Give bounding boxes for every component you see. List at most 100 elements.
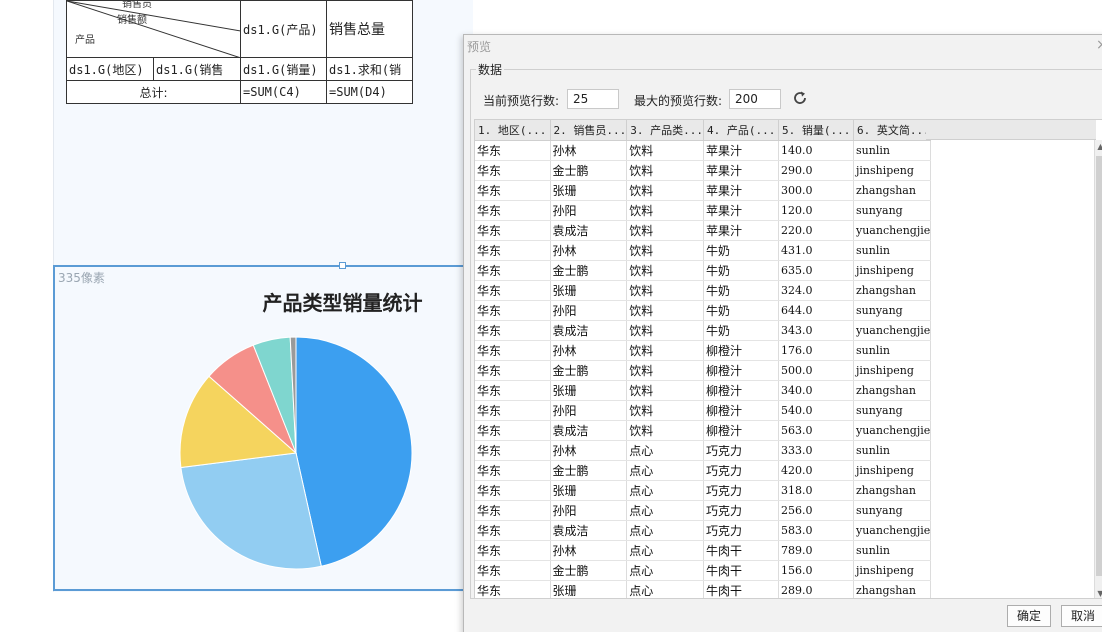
grid-cell: 156.0 [778, 560, 854, 581]
grid-row[interactable]: 华东 袁成洁 饮料 牛奶 343.0 yuanchengjie [475, 320, 932, 341]
grid-row[interactable]: 华东 张珊 饮料 苹果汁 300.0 zhangshan [475, 180, 932, 201]
grid-cell: 324.0 [778, 280, 854, 301]
dialog-title: 预览 [467, 40, 492, 54]
preview-dialog: 预览 × 数据 当前预览行数: 最大的预览行数: 1. 地区(...2. 销售员… [463, 34, 1102, 632]
grid-row[interactable]: 华东 金士鹏 点心 巧克力 420.0 jinshipeng [475, 460, 932, 481]
cancel-button[interactable]: 取消 [1061, 605, 1102, 627]
vertical-scrollbar[interactable]: ▲ ▼ [1094, 140, 1102, 598]
grid-row[interactable]: 华东 孙林 饮料 柳橙汁 176.0 sunlin [475, 340, 932, 361]
preview-data-grid[interactable]: 1. 地区(... 2. 销售员... 3. 产品类... 4. 产品(... 5. 销… [474, 119, 1102, 599]
cell-salesperson[interactable]: ds1.G(销售 [153, 57, 241, 81]
grid-row[interactable]: 华东 袁成洁 点心 巧克力 583.0 yuanchengjie [475, 520, 932, 541]
header-total-cell[interactable]: 销售总量 [326, 0, 413, 58]
grid-cell: jinshipeng [853, 460, 932, 481]
diag-label-mid: 销售额 [117, 15, 147, 26]
grid-cell: 华东 [475, 280, 551, 301]
grid-cell: 点心 [626, 540, 704, 561]
grid-header-row: 1. 地区(... 2. 销售员... 3. 产品类... 4. 产品(... 5. 销… [475, 120, 932, 141]
grid-row[interactable]: 华东 孙林 点心 巧克力 333.0 sunlin [475, 440, 932, 461]
grid-cell: 牛奶 [703, 280, 779, 301]
close-icon[interactable]: × [1096, 37, 1102, 53]
grid-cell: 华东 [475, 220, 551, 241]
scroll-thumb[interactable] [1096, 156, 1102, 576]
grid-cell: 牛奶 [703, 240, 779, 261]
grid-cell: sunyang [853, 400, 932, 421]
grid-row[interactable]: 华东 孙阳 饮料 牛奶 644.0 sunyang [475, 300, 932, 321]
grid-cell: 华东 [475, 360, 551, 381]
header-product-cell[interactable]: ds1.G(产品) [240, 0, 327, 58]
grid-cell: yuanchengjie [853, 220, 932, 241]
total-label-cell[interactable]: 总计: [66, 80, 241, 104]
grid-row[interactable]: 华东 金士鹏 点心 牛肉干 156.0 jinshipeng [475, 560, 932, 581]
grid-cell: 华东 [475, 260, 551, 281]
grid-column-header[interactable]: 4. 产品(... [703, 120, 779, 141]
grid-row[interactable]: 华东 孙林 饮料 牛奶 431.0 sunlin [475, 240, 932, 261]
grid-row[interactable]: 华东 袁成洁 饮料 柳橙汁 563.0 yuanchengjie [475, 420, 932, 441]
grid-cell: 120.0 [778, 200, 854, 221]
grid-row[interactable]: 华东 袁成洁 饮料 苹果汁 220.0 yuanchengjie [475, 220, 932, 241]
grid-cell: 644.0 [778, 300, 854, 321]
total-formula-d[interactable]: =SUM(D4) [326, 80, 413, 104]
grid-row[interactable]: 华东 孙阳 饮料 苹果汁 120.0 sunyang [475, 200, 932, 221]
grid-cell: 牛奶 [703, 260, 779, 281]
chart-frame[interactable]: 335像素 产品类型销量统计 [53, 262, 473, 591]
grid-cell: 华东 [475, 540, 551, 561]
grid-cell: 孙阳 [550, 400, 628, 421]
grid-cell: 袁成洁 [550, 220, 628, 241]
grid-cell: 华东 [475, 140, 551, 161]
grid-cell: 华东 [475, 520, 551, 541]
grid-cell: jinshipeng [853, 560, 932, 581]
grid-cell: 牛肉干 [703, 540, 779, 561]
grid-row[interactable]: 华东 张珊 饮料 柳橙汁 340.0 zhangshan [475, 380, 932, 401]
data-group-label: 数据 [476, 61, 505, 78]
grid-cell: 点心 [626, 440, 704, 461]
grid-row[interactable]: 华东 金士鹏 饮料 牛奶 635.0 jinshipeng [475, 260, 932, 281]
grid-cell: 牛奶 [703, 320, 779, 341]
grid-row[interactable]: 华东 金士鹏 饮料 苹果汁 290.0 jinshipeng [475, 160, 932, 181]
resize-handle[interactable] [339, 262, 346, 269]
diagonal-header-cell[interactable]: 销售员 销售额 产品 [66, 0, 241, 58]
grid-column-header[interactable]: 3. 产品类... [626, 120, 704, 141]
grid-row[interactable]: 华东 孙林 饮料 苹果汁 140.0 sunlin [475, 140, 932, 161]
grid-cell: 饮料 [626, 420, 704, 441]
grid-cell: 孙林 [550, 240, 628, 261]
scroll-up-icon[interactable]: ▲ [1095, 142, 1102, 151]
report-table: 销售员 销售额 产品 ds1.G(产品) 销售总量 ds1.G(地区) ds1.… [66, 0, 413, 104]
scroll-down-icon[interactable]: ▼ [1095, 589, 1102, 598]
max-rows-label: 最大的预览行数: [634, 94, 723, 108]
grid-cell: 176.0 [778, 340, 854, 361]
grid-cell: 华东 [475, 480, 551, 501]
grid-row[interactable]: 华东 金士鹏 饮料 柳橙汁 500.0 jinshipeng [475, 360, 932, 381]
refresh-icon[interactable] [791, 89, 809, 107]
max-rows-input[interactable] [729, 89, 781, 109]
grid-cell: sunyang [853, 200, 932, 221]
grid-cell: 袁成洁 [550, 420, 628, 441]
grid-row[interactable]: 华东 张珊 点心 牛肉干 289.0 zhangshan [475, 580, 932, 598]
grid-cell: 巧克力 [703, 460, 779, 481]
grid-column-header[interactable]: 1. 地区(... [475, 120, 551, 141]
cell-sales-volume[interactable]: ds1.G(销量) [240, 57, 327, 81]
ok-button[interactable]: 确定 [1007, 605, 1051, 627]
current-rows-label: 当前预览行数: [483, 94, 560, 108]
grid-column-header[interactable]: 6. 英文简... [853, 120, 932, 141]
grid-column-header[interactable]: 2. 销售员... [550, 120, 628, 141]
grid-cell: 孙阳 [550, 200, 628, 221]
grid-cell: 孙林 [550, 140, 628, 161]
grid-cell: 540.0 [778, 400, 854, 421]
current-rows-input[interactable] [567, 89, 619, 109]
grid-row[interactable]: 华东 孙阳 点心 巧克力 256.0 sunyang [475, 500, 932, 521]
grid-row[interactable]: 华东 孙林 点心 牛肉干 789.0 sunlin [475, 540, 932, 561]
grid-row[interactable]: 华东 张珊 点心 巧克力 318.0 zhangshan [475, 480, 932, 501]
grid-cell: 563.0 [778, 420, 854, 441]
grid-cell: 333.0 [778, 440, 854, 461]
cell-region[interactable]: ds1.G(地区) [66, 57, 154, 81]
grid-row[interactable]: 华东 张珊 饮料 牛奶 324.0 zhangshan [475, 280, 932, 301]
total-formula-c[interactable]: =SUM(C4) [240, 80, 327, 104]
cell-sum-sales[interactable]: ds1.求和(销 [326, 57, 413, 81]
grid-cell: 苹果汁 [703, 160, 779, 181]
grid-cell: 巧克力 [703, 520, 779, 541]
grid-row[interactable]: 华东 孙阳 饮料 柳橙汁 540.0 sunyang [475, 400, 932, 421]
grid-column-header[interactable]: 5. 销量(... [778, 120, 854, 141]
grid-cell: 张珊 [550, 280, 628, 301]
grid-cell: 318.0 [778, 480, 854, 501]
